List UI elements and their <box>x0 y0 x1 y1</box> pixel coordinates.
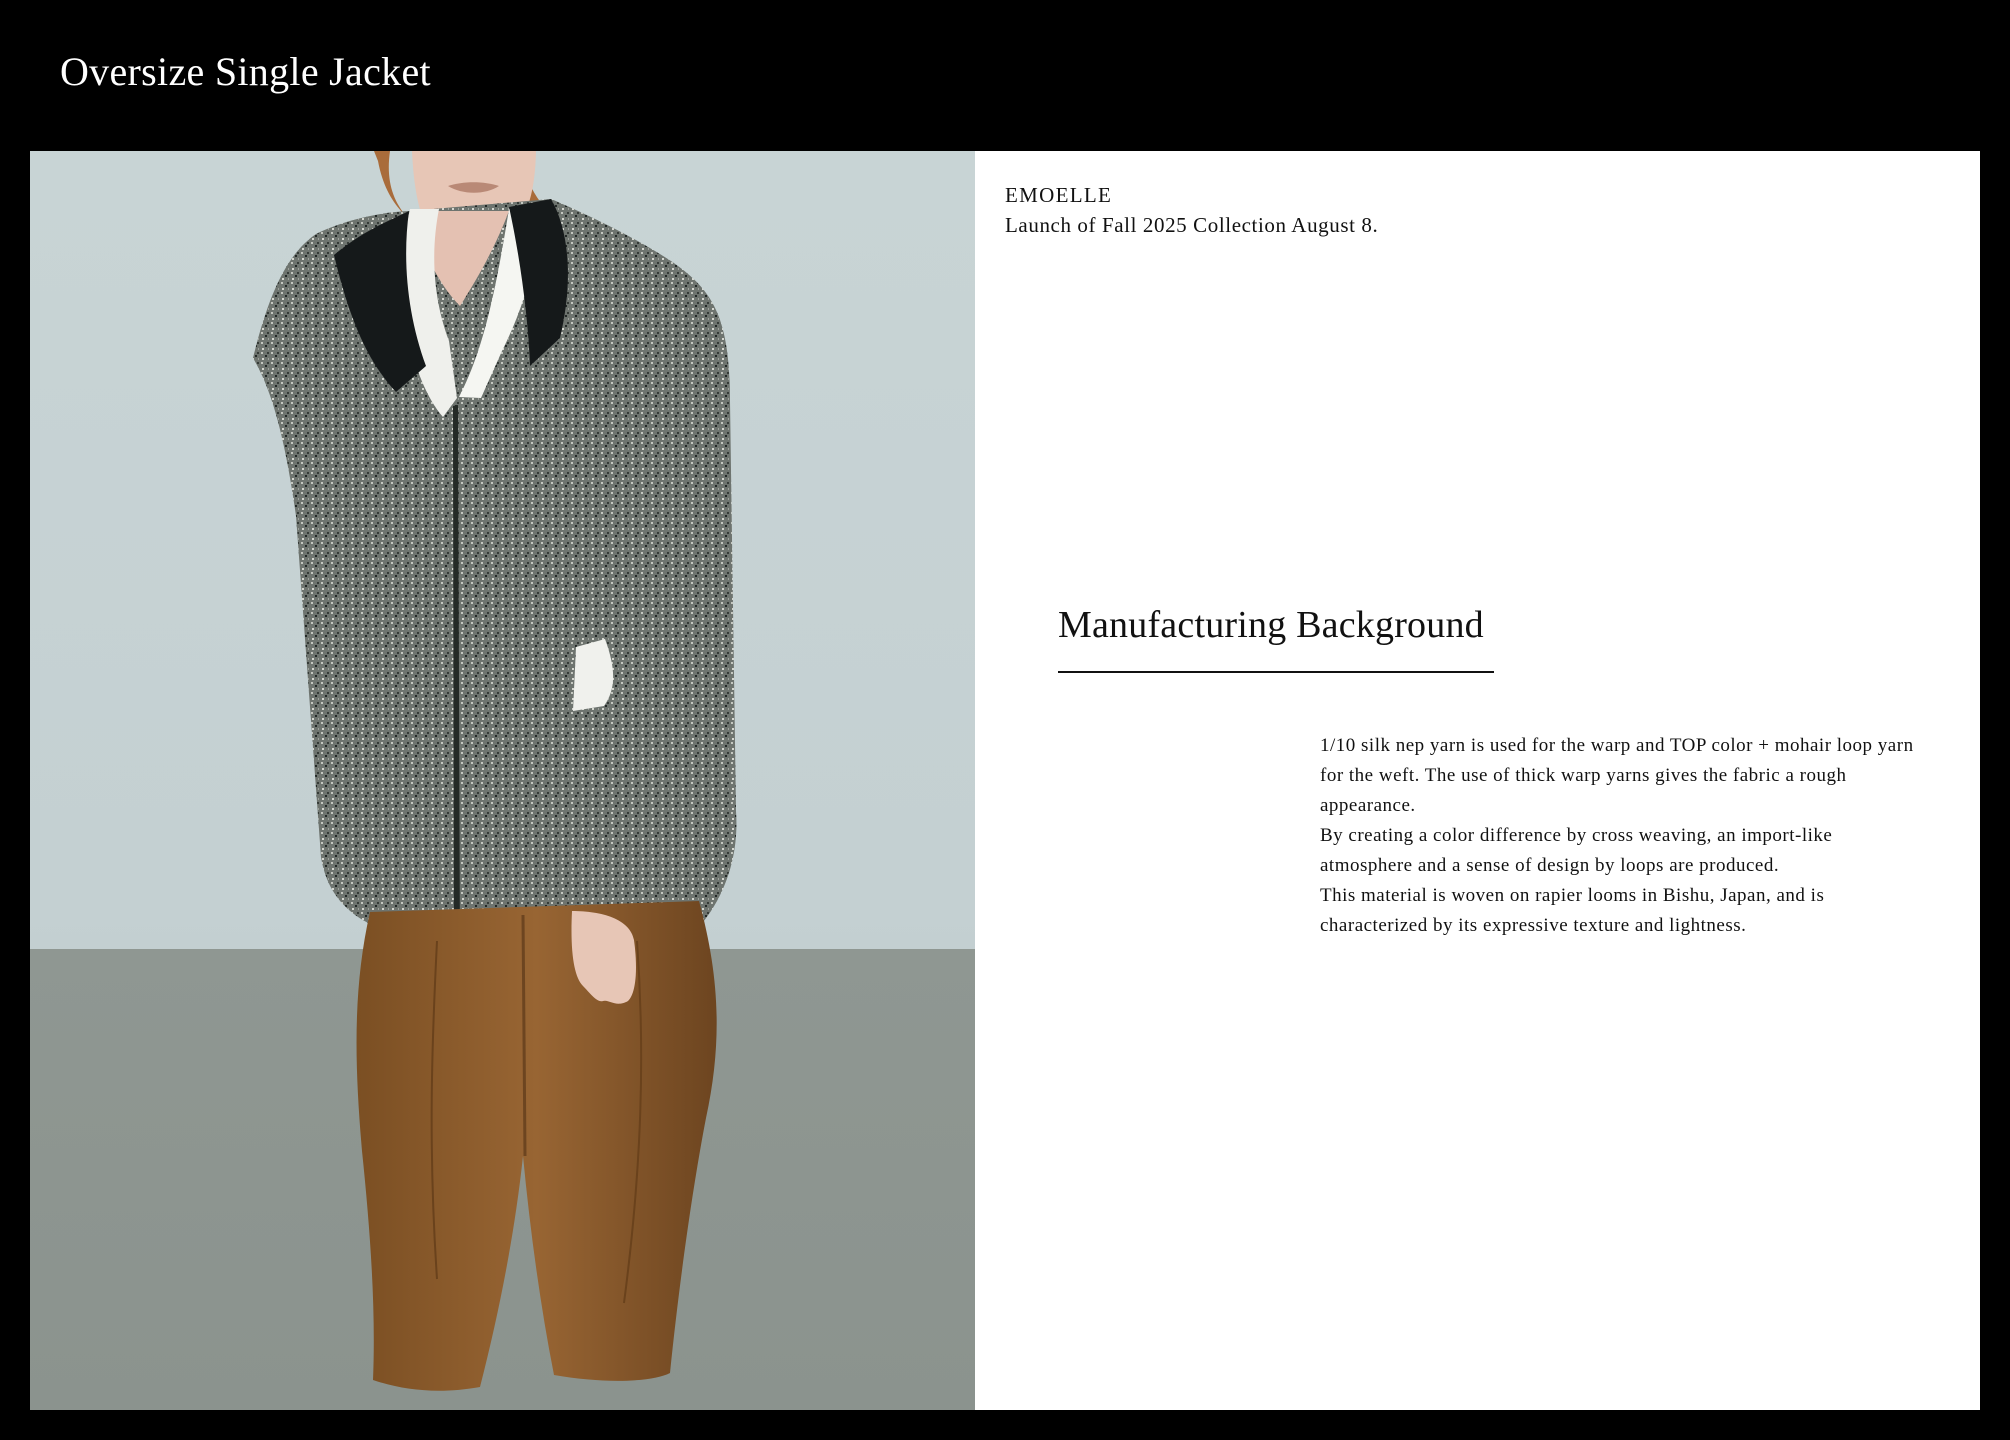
description-paragraph-1: 1/10 silk nep yarn is used for the warp … <box>1320 735 1914 816</box>
model-illustration <box>253 151 737 1391</box>
description-paragraph-2: By creating a color difference by cross … <box>1320 825 1833 876</box>
section-title: Manufacturing Background <box>1058 604 1484 646</box>
description-paragraph-3: This material is woven on rapier looms i… <box>1320 885 1825 936</box>
page-title: Oversize Single Jacket <box>60 49 431 94</box>
brand-name: EMOELLE <box>1005 183 1113 207</box>
manufacturing-description: 1/10 silk nep yarn is used for the warp … <box>1320 731 1930 941</box>
model-photo <box>30 151 975 1410</box>
title-underline <box>1058 671 1494 673</box>
page: Oversize Single Jacket EMOELLE Launch of… <box>0 0 2010 1440</box>
launch-date: Launch of Fall 2025 Collection August 8. <box>1005 213 1379 237</box>
text-panel: EMOELLE Launch of Fall 2025 Collection A… <box>975 151 1980 1410</box>
